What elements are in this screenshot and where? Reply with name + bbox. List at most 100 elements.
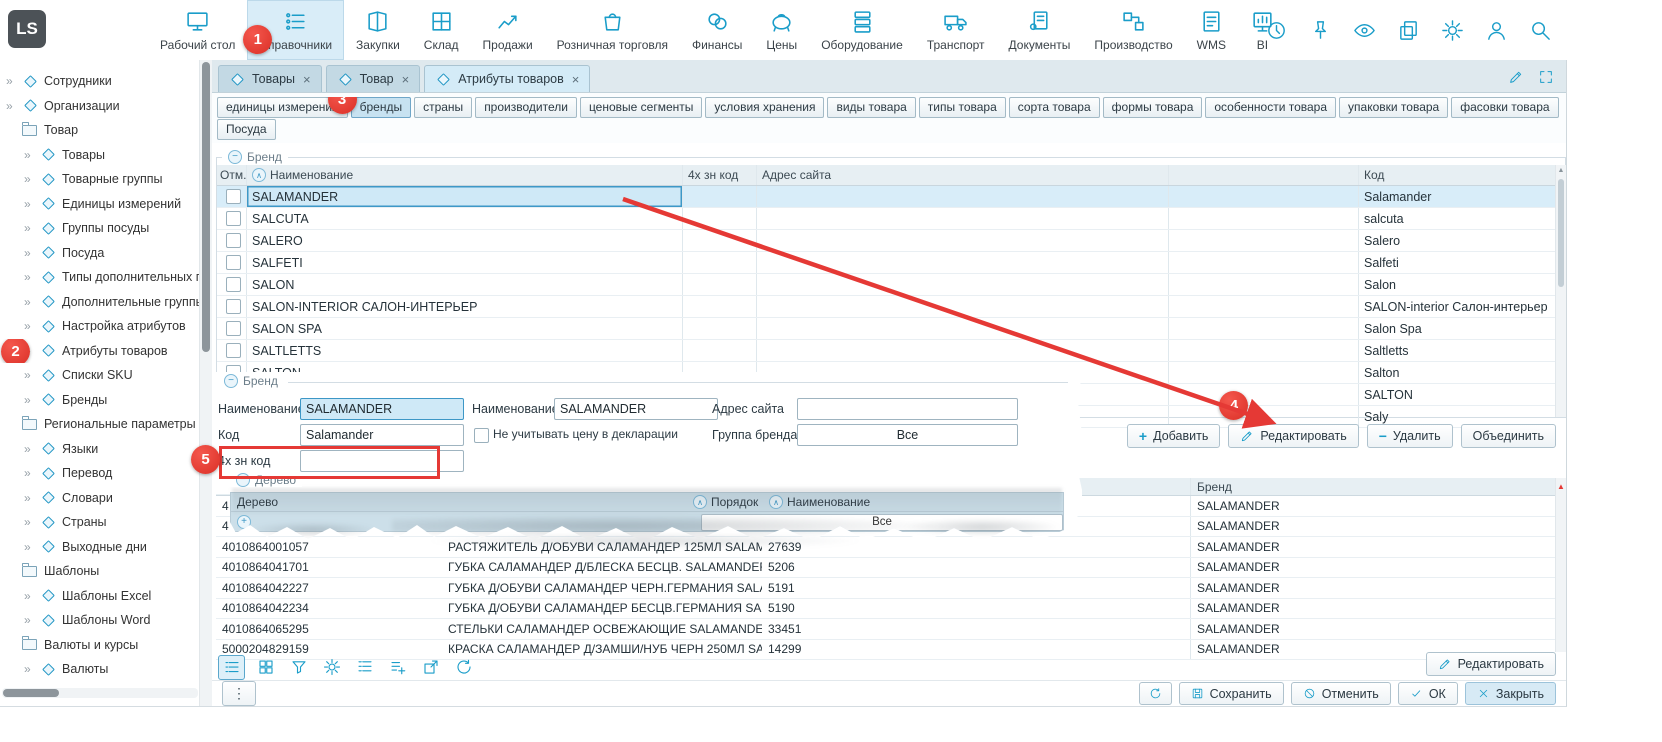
site-cell[interactable] (757, 340, 1169, 361)
filter-button[interactable] (286, 656, 311, 679)
code-cell[interactable]: salcuta (1359, 208, 1556, 229)
code4-cell[interactable] (683, 274, 757, 295)
save-button[interactable]: Сохранить (1179, 682, 1284, 705)
nav-item[interactable]: WMS (1185, 0, 1238, 60)
expander-icon[interactable]: » (6, 74, 17, 88)
order-cell[interactable]: 5206 (762, 558, 912, 578)
row-checkbox[interactable] (226, 255, 241, 270)
nav-item[interactable]: Справочники 1 (247, 0, 344, 60)
copy-icon[interactable] (1397, 19, 1420, 42)
sort-asc-icon[interactable]: ∧ (252, 168, 266, 182)
barcode-cell[interactable]: 4010864065295 (216, 619, 442, 639)
table-row[interactable]: SALCUTA salcuta (217, 208, 1556, 230)
order-cell[interactable]: 14299 (762, 640, 912, 660)
subtab[interactable]: Посуда (217, 119, 276, 140)
subtab[interactable]: сорта товара (1009, 97, 1100, 118)
nav-item[interactable]: Оборудование (809, 0, 915, 60)
code-cell[interactable]: Salon Spa (1359, 318, 1556, 339)
site-cell[interactable] (757, 274, 1169, 295)
expander-icon[interactable]: » (24, 662, 35, 676)
expander-icon[interactable]: » (24, 197, 35, 211)
brand-group-input[interactable]: Все (797, 424, 1018, 446)
nav-item[interactable]: Закупки (344, 0, 412, 60)
sidebar-item[interactable]: » Словари (0, 486, 199, 511)
table-row[interactable]: SALON-INTERIOR САЛОН-ИНТЕРЬЕР SALON-inte… (217, 296, 1556, 318)
nav-item[interactable]: Рабочий стол (148, 0, 247, 60)
name-cell[interactable]: SALAMANDER (247, 186, 683, 207)
collapse-icon[interactable]: − (224, 374, 238, 388)
expander-icon[interactable]: » (24, 368, 35, 382)
table-row[interactable]: SALFETI Salfeti (217, 252, 1556, 274)
document-tab[interactable]: Товары × (218, 65, 322, 92)
sort-asc-icon[interactable]: ∧ (769, 495, 783, 509)
table-row[interactable]: 4010864041701 ГУБКА САЛАМАНДЕР Д/БЛЕСКА … (216, 558, 1556, 579)
scroll-up-icon[interactable]: ▲ (1556, 167, 1566, 174)
gear-icon[interactable] (1441, 19, 1464, 42)
nav-item[interactable]: Документы (997, 0, 1083, 60)
column-header-brand[interactable]: Бренд (1190, 478, 1556, 495)
code-cell[interactable]: SALON-interior Салон-интерьер (1359, 296, 1556, 317)
barcode-cell[interactable]: 4010864042227 (216, 578, 442, 598)
nav-item[interactable]: Финансы (680, 0, 754, 60)
order-cell[interactable]: 5190 (762, 599, 912, 619)
expand-icon[interactable] (1538, 69, 1554, 85)
table-row[interactable]: 4010864042234 ГУБКА Д/ОБУВИ САЛАМАНДЕР Б… (216, 599, 1556, 620)
declaration-checkbox[interactable] (474, 428, 489, 443)
clock-icon[interactable] (1265, 19, 1288, 42)
row-checkbox[interactable] (226, 189, 241, 204)
expander-icon[interactable]: » (24, 221, 35, 235)
subtab[interactable]: особенности товара (1205, 97, 1336, 118)
name1-input[interactable]: SALAMANDER (300, 398, 464, 420)
subtab[interactable]: виды товара (827, 97, 915, 118)
add-button[interactable]: + Добавить (1127, 424, 1220, 448)
nav-item[interactable]: Продажи (471, 0, 545, 60)
table-row[interactable]: SALON SPA Salon Spa (217, 318, 1556, 340)
product-name-cell[interactable]: ГУБКА Д/ОБУВИ САЛАМАНДЕР ЧЕРН.ГЕРМАНИЯ S… (442, 578, 762, 598)
subtab[interactable]: бренды 3 (351, 97, 411, 118)
pencil-icon[interactable] (1508, 69, 1524, 85)
document-tab[interactable]: Товар × (326, 65, 421, 92)
scrollbar-thumb[interactable] (202, 62, 210, 352)
expander-icon[interactable]: » (24, 270, 35, 284)
sidebar-item[interactable]: » Сотрудники (0, 69, 199, 94)
site-cell[interactable] (757, 230, 1169, 251)
name2-input[interactable]: SALAMANDER (554, 398, 718, 420)
site-cell[interactable] (757, 296, 1169, 317)
product-name-cell[interactable]: КРАСКА САЛАМАНДЕР Д/ЗАМШИ/НУБ ЧЕРН 250МЛ… (442, 640, 762, 660)
sidebar-vertical-scrollbar[interactable] (199, 60, 212, 706)
expander-icon[interactable]: » (24, 295, 35, 309)
cancel-button[interactable]: Отменить (1291, 682, 1391, 705)
row-checkbox[interactable] (226, 233, 241, 248)
site-cell[interactable] (757, 186, 1169, 207)
expander-icon[interactable]: » (24, 613, 35, 627)
code4-cell[interactable] (683, 296, 757, 317)
sidebar-item[interactable]: » Перевод (0, 461, 199, 486)
sidebar-item[interactable]: » Типы дополнительных груп (0, 265, 199, 290)
barcode-cell[interactable]: 4010864001057 (216, 537, 442, 557)
name-cell[interactable]: SALON-INTERIOR САЛОН-ИНТЕРЬЕР (247, 296, 683, 317)
sidebar-item[interactable]: » Шаблоны Excel (0, 584, 199, 609)
code4-cell[interactable] (683, 230, 757, 251)
scrollbar-thumb[interactable] (1558, 179, 1564, 287)
expander-icon[interactable]: » (24, 393, 35, 407)
code4-cell[interactable] (683, 252, 757, 273)
expander-icon[interactable]: » (24, 172, 35, 186)
subtab[interactable]: типы товара (919, 97, 1006, 118)
table-row[interactable]: SALON Salon (217, 274, 1556, 296)
tree-table-scrollbar[interactable]: ▲ (1555, 478, 1566, 652)
brand-cell[interactable]: SALAMANDER (1190, 496, 1556, 516)
code4-cell[interactable] (683, 340, 757, 361)
code-cell[interactable]: SALTON (1359, 384, 1556, 405)
order-cell[interactable]: 27639 (762, 537, 912, 557)
code-cell[interactable]: Salero (1359, 230, 1556, 251)
name-cell[interactable]: SALON SPA (247, 318, 683, 339)
subtab[interactable]: формы товара (1103, 97, 1203, 118)
sidebar-item[interactable]: » Товары (0, 143, 199, 168)
eye-icon[interactable] (1353, 19, 1376, 42)
code4-cell[interactable] (683, 186, 757, 207)
site-cell[interactable] (757, 252, 1169, 273)
grid-view-button[interactable] (253, 656, 278, 679)
sidebar-item[interactable]: » Единицы измерений (0, 192, 199, 217)
expander-icon[interactable]: » (24, 515, 35, 529)
collapse-icon[interactable]: − (236, 473, 250, 487)
